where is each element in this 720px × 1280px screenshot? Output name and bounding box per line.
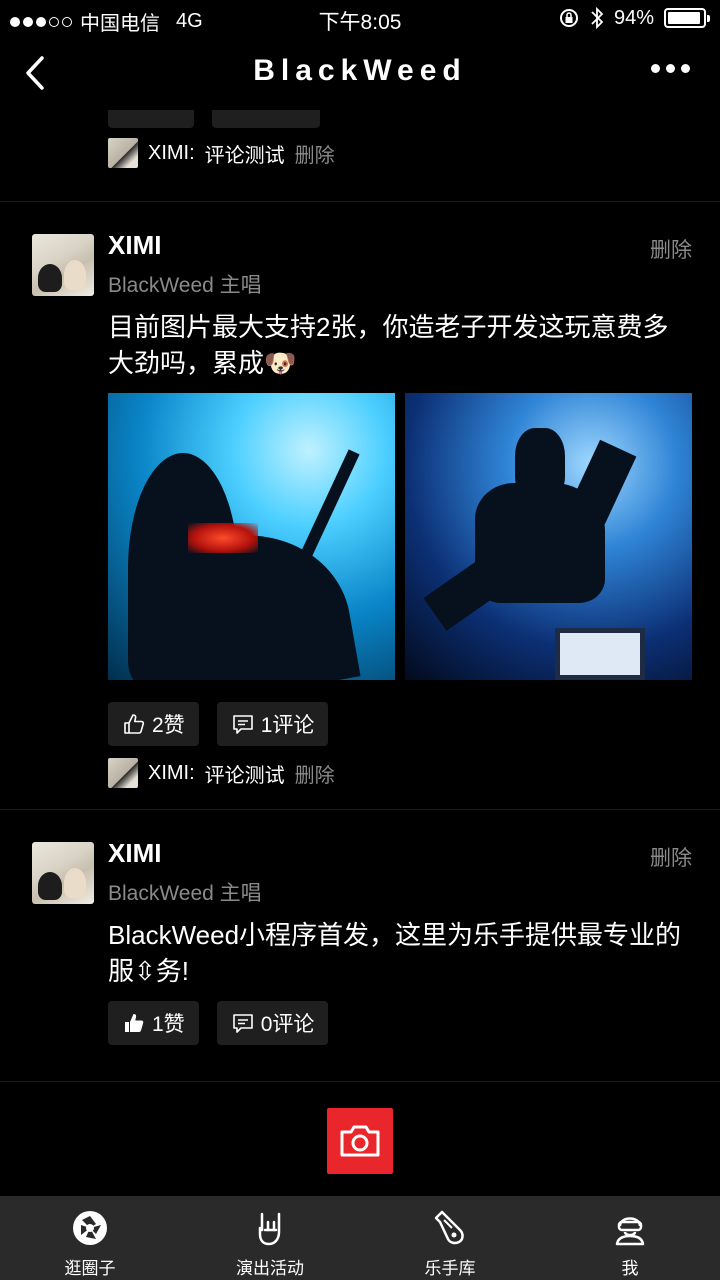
new-post-camera-button[interactable] — [327, 1108, 393, 1174]
rock-hand-icon — [258, 1212, 281, 1246]
comment-icon — [232, 715, 253, 734]
thumbs-up-filled-icon — [125, 1014, 144, 1032]
tab-label: 乐手库 — [424, 1259, 476, 1278]
tab-circle[interactable]: 逛圈子 — [0, 1196, 180, 1280]
like-count: 2赞 — [152, 714, 185, 737]
comment-author: XIMI: — [148, 141, 195, 164]
tab-me[interactable]: 我 — [540, 1196, 720, 1280]
like-button[interactable]: 2赞 — [108, 702, 199, 746]
comment-text: 评论测试 — [204, 764, 285, 787]
tab-musicians[interactable]: 乐手库 — [360, 1196, 540, 1280]
comment-button[interactable] — [212, 110, 320, 128]
author-role: BlackWeed 主唱 — [108, 274, 262, 297]
navigation-bar: BlackWeed — [0, 36, 720, 110]
aperture-icon — [73, 1211, 107, 1245]
orientation-lock-icon — [559, 9, 578, 27]
post-card: 删除 XIMI BlackWeed 主唱 目前图片最大支持2张，你造老子开发这玩… — [0, 202, 720, 810]
avatar[interactable] — [32, 842, 94, 904]
page-title: BlackWeed — [253, 54, 467, 87]
avatar[interactable] — [32, 234, 94, 296]
like-count: 1赞 — [152, 1013, 185, 1036]
user-icon — [615, 1217, 645, 1246]
partial-post: XIMI: 评论测试 删除 — [0, 110, 720, 202]
comment-button[interactable]: 0评论 — [216, 1001, 329, 1045]
comment-row: XIMI: 评论测试 删除 — [108, 758, 692, 788]
comment-author: XIMI: — [148, 761, 195, 784]
post-photo[interactable] — [108, 393, 395, 680]
tab-label: 演出活动 — [236, 1259, 304, 1278]
post-card: 删除 XIMI BlackWeed 主唱 BlackWeed小程序首发，这里为乐… — [0, 810, 720, 1082]
battery-percent: 94% — [613, 6, 654, 29]
thumbs-up-outline-icon — [124, 714, 145, 734]
camera-icon — [340, 1125, 380, 1157]
author-role: BlackWeed 主唱 — [108, 882, 262, 905]
post-text: BlackWeed小程序首发，这里为乐手提供最专业的服⇳务! — [108, 920, 682, 986]
comment-icon — [232, 1014, 253, 1033]
photo-grid — [108, 393, 692, 680]
like-button[interactable]: 1赞 — [108, 1001, 199, 1045]
commenter-avatar — [108, 138, 138, 168]
tab-label: 逛圈子 — [64, 1259, 116, 1278]
commenter-avatar — [108, 758, 138, 788]
tab-label: 我 — [621, 1259, 639, 1278]
bluetooth-icon — [591, 6, 604, 30]
guitar-icon — [434, 1210, 464, 1245]
comment-count: 0评论 — [260, 1013, 315, 1036]
more-options-icon[interactable] — [651, 64, 690, 73]
author-name[interactable]: XIMI — [108, 230, 692, 261]
comment-text: 评论测试 — [204, 144, 285, 167]
post-text: 目前图片最大支持2张，你造老子开发这玩意费多大劲吗，累成🐶 — [108, 312, 669, 378]
like-button[interactable] — [108, 110, 194, 128]
author-name[interactable]: XIMI — [108, 838, 692, 869]
post-photo[interactable] — [405, 393, 692, 680]
battery-icon — [664, 8, 710, 28]
comment-count: 1评论 — [260, 714, 315, 737]
comment-row: XIMI: 评论测试 删除 — [108, 138, 335, 168]
feed-list[interactable]: XIMI: 评论测试 删除 删除 XIMI BlackWeed 主唱 目前图片最… — [0, 110, 720, 1196]
comment-button[interactable]: 1评论 — [216, 702, 329, 746]
comment-delete-link[interactable]: 删除 — [295, 139, 335, 168]
tab-events[interactable]: 演出活动 — [180, 1196, 360, 1280]
comment-delete-link[interactable]: 删除 — [295, 759, 335, 788]
tab-bar: 逛圈子 演出活动 乐手库 我 — [0, 1196, 720, 1280]
status-bar: 中国电信 4G 下午8:05 94% — [0, 0, 720, 36]
